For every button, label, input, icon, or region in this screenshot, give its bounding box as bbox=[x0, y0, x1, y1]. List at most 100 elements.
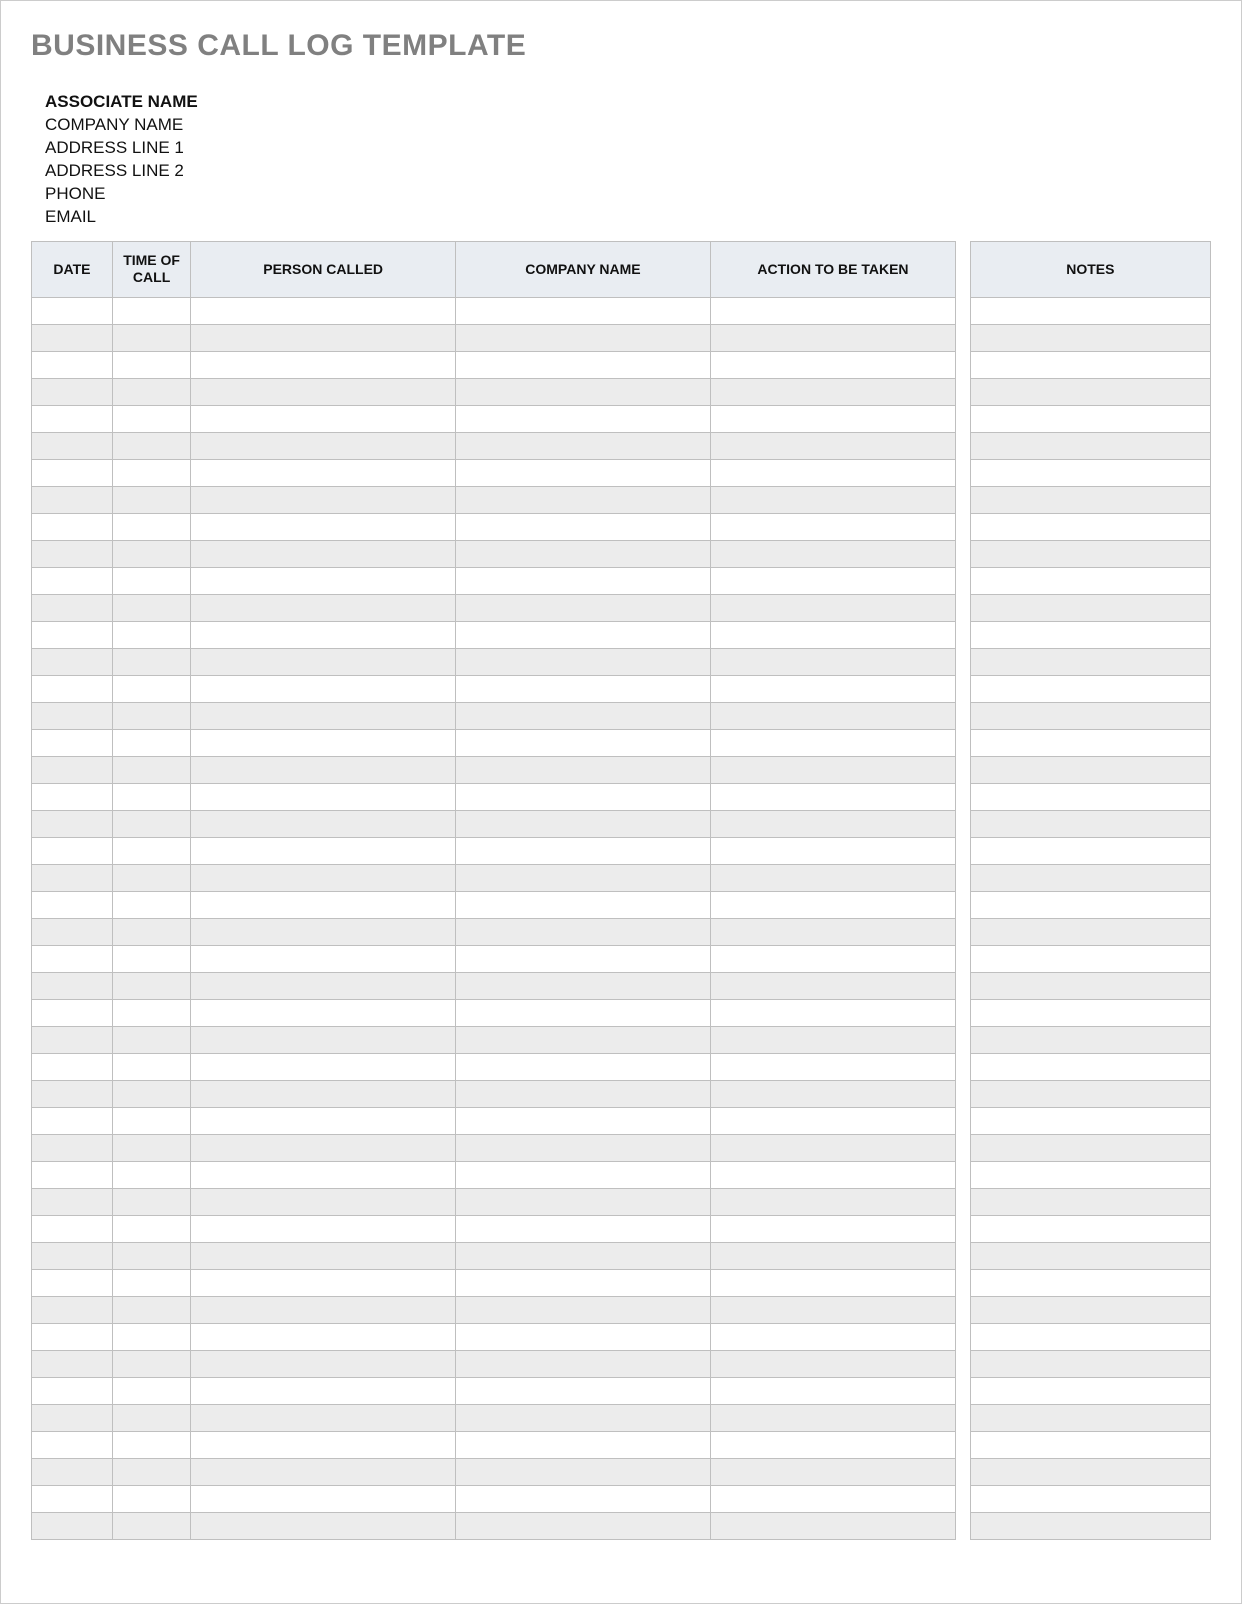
cell[interactable] bbox=[456, 1296, 711, 1323]
cell[interactable] bbox=[32, 1053, 113, 1080]
cell[interactable] bbox=[32, 1323, 113, 1350]
cell[interactable] bbox=[32, 810, 113, 837]
cell[interactable] bbox=[32, 1350, 113, 1377]
cell[interactable] bbox=[112, 1107, 190, 1134]
cell[interactable] bbox=[970, 729, 1210, 756]
cell[interactable] bbox=[456, 837, 711, 864]
cell[interactable] bbox=[112, 1377, 190, 1404]
cell[interactable] bbox=[191, 1323, 456, 1350]
cell[interactable] bbox=[456, 918, 711, 945]
cell[interactable] bbox=[112, 1215, 190, 1242]
cell[interactable] bbox=[710, 1485, 955, 1512]
cell[interactable] bbox=[32, 594, 113, 621]
cell[interactable] bbox=[456, 513, 711, 540]
cell[interactable] bbox=[710, 459, 955, 486]
cell[interactable] bbox=[32, 756, 113, 783]
cell[interactable] bbox=[191, 324, 456, 351]
cell[interactable] bbox=[456, 1269, 711, 1296]
cell[interactable] bbox=[112, 297, 190, 324]
cell[interactable] bbox=[710, 1161, 955, 1188]
cell[interactable] bbox=[191, 702, 456, 729]
cell[interactable] bbox=[710, 324, 955, 351]
cell[interactable] bbox=[456, 405, 711, 432]
cell[interactable] bbox=[456, 1215, 711, 1242]
cell[interactable] bbox=[970, 1404, 1210, 1431]
cell[interactable] bbox=[112, 432, 190, 459]
cell[interactable] bbox=[32, 540, 113, 567]
cell[interactable] bbox=[970, 540, 1210, 567]
cell[interactable] bbox=[970, 702, 1210, 729]
cell[interactable] bbox=[112, 621, 190, 648]
cell[interactable] bbox=[710, 1215, 955, 1242]
cell[interactable] bbox=[970, 567, 1210, 594]
cell[interactable] bbox=[970, 810, 1210, 837]
cell[interactable] bbox=[456, 486, 711, 513]
cell[interactable] bbox=[191, 1404, 456, 1431]
cell[interactable] bbox=[970, 1485, 1210, 1512]
cell[interactable] bbox=[112, 1431, 190, 1458]
cell[interactable] bbox=[456, 1377, 711, 1404]
cell[interactable] bbox=[32, 729, 113, 756]
cell[interactable] bbox=[710, 810, 955, 837]
cell[interactable] bbox=[191, 1242, 456, 1269]
cell[interactable] bbox=[112, 567, 190, 594]
cell[interactable] bbox=[112, 1053, 190, 1080]
cell[interactable] bbox=[710, 1188, 955, 1215]
cell[interactable] bbox=[32, 378, 113, 405]
cell[interactable] bbox=[970, 1323, 1210, 1350]
cell[interactable] bbox=[112, 756, 190, 783]
cell[interactable] bbox=[32, 297, 113, 324]
cell[interactable] bbox=[112, 675, 190, 702]
cell[interactable] bbox=[32, 1134, 113, 1161]
cell[interactable] bbox=[191, 378, 456, 405]
cell[interactable] bbox=[32, 1215, 113, 1242]
cell[interactable] bbox=[32, 1188, 113, 1215]
cell[interactable] bbox=[112, 972, 190, 999]
cell[interactable] bbox=[32, 351, 113, 378]
cell[interactable] bbox=[191, 810, 456, 837]
cell[interactable] bbox=[456, 1134, 711, 1161]
cell[interactable] bbox=[456, 945, 711, 972]
cell[interactable] bbox=[456, 1431, 711, 1458]
cell[interactable] bbox=[710, 621, 955, 648]
cell[interactable] bbox=[710, 918, 955, 945]
cell[interactable] bbox=[456, 378, 711, 405]
cell[interactable] bbox=[32, 945, 113, 972]
cell[interactable] bbox=[32, 1458, 113, 1485]
cell[interactable] bbox=[710, 1350, 955, 1377]
cell[interactable] bbox=[970, 1350, 1210, 1377]
cell[interactable] bbox=[970, 864, 1210, 891]
cell[interactable] bbox=[710, 1269, 955, 1296]
cell[interactable] bbox=[970, 513, 1210, 540]
cell[interactable] bbox=[191, 1053, 456, 1080]
cell[interactable] bbox=[112, 1296, 190, 1323]
cell[interactable] bbox=[191, 1458, 456, 1485]
cell[interactable] bbox=[191, 351, 456, 378]
cell[interactable] bbox=[970, 756, 1210, 783]
cell[interactable] bbox=[32, 972, 113, 999]
cell[interactable] bbox=[456, 999, 711, 1026]
cell[interactable] bbox=[32, 891, 113, 918]
cell[interactable] bbox=[456, 621, 711, 648]
cell[interactable] bbox=[32, 459, 113, 486]
cell[interactable] bbox=[710, 729, 955, 756]
cell[interactable] bbox=[32, 702, 113, 729]
cell[interactable] bbox=[112, 999, 190, 1026]
cell[interactable] bbox=[32, 1269, 113, 1296]
cell[interactable] bbox=[32, 1026, 113, 1053]
cell[interactable] bbox=[191, 1134, 456, 1161]
cell[interactable] bbox=[456, 594, 711, 621]
cell[interactable] bbox=[112, 1080, 190, 1107]
cell[interactable] bbox=[32, 486, 113, 513]
cell[interactable] bbox=[710, 1512, 955, 1539]
cell[interactable] bbox=[191, 540, 456, 567]
cell[interactable] bbox=[970, 1161, 1210, 1188]
cell[interactable] bbox=[710, 567, 955, 594]
cell[interactable] bbox=[970, 675, 1210, 702]
cell[interactable] bbox=[456, 648, 711, 675]
cell[interactable] bbox=[456, 540, 711, 567]
cell[interactable] bbox=[191, 648, 456, 675]
cell[interactable] bbox=[112, 864, 190, 891]
cell[interactable] bbox=[32, 675, 113, 702]
cell[interactable] bbox=[456, 702, 711, 729]
